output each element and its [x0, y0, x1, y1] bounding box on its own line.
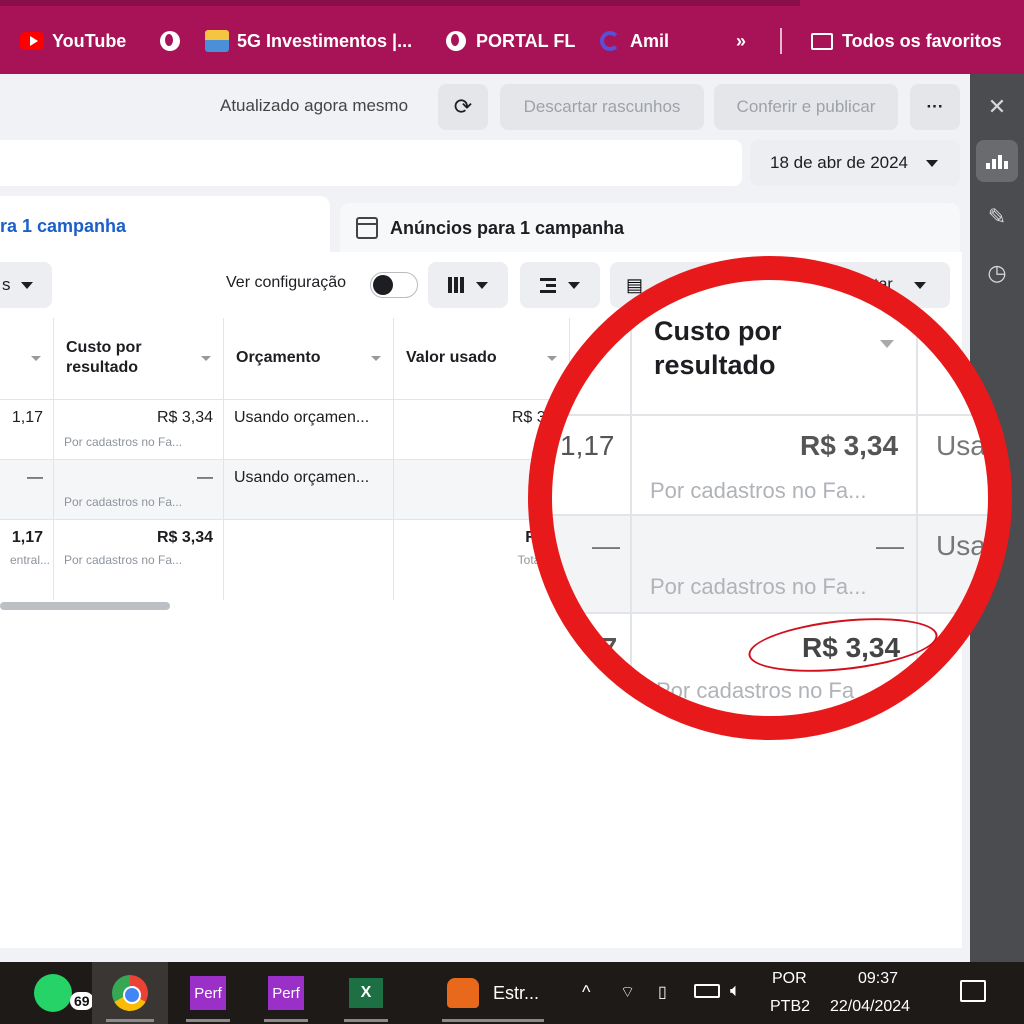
cell-budget-total — [224, 520, 394, 600]
horizontal-scrollbar[interactable] — [0, 602, 170, 610]
caret-down-icon — [20, 281, 33, 289]
all-bookmarks-button[interactable]: Todos os favoritos — [810, 28, 1002, 54]
ad-document-icon — [356, 217, 378, 239]
tab-ads-label: Anúncios para 1 campanha — [390, 217, 625, 238]
close-icon[interactable]: ✕ — [976, 86, 1018, 128]
clock-date[interactable]: 22/04/2024 — [830, 998, 910, 1016]
cell-cost-per-result: R$ 3,34 Por cadastros no Fa... — [54, 400, 224, 460]
cell-results: 1,17 — [0, 400, 54, 460]
table-row[interactable]: 1,17 R$ 3,34 Por cadastros no Fa... Usan… — [0, 400, 600, 460]
date-range-picker[interactable]: 18 de abr de 2024 — [750, 140, 960, 186]
table-totals-row: 1,17 entral... R$ 3,34 Por cadastros no … — [0, 520, 600, 600]
breakdown-button[interactable] — [520, 262, 600, 308]
notifications-icon[interactable] — [960, 980, 986, 1002]
all-bookmarks-label: Todos os favoritos — [842, 30, 1002, 51]
bookmark-globe[interactable] — [158, 28, 182, 54]
view-dropdown-label: s — [2, 275, 11, 294]
pencil-icon[interactable]: ✎ — [976, 196, 1018, 238]
bookmark-amil[interactable]: Amil — [598, 28, 669, 54]
breakdown-icon — [540, 277, 556, 293]
review-publish-button[interactable]: Conferir e publicar — [714, 84, 898, 130]
refresh-button[interactable]: ⟳ — [438, 84, 488, 130]
taskbar-whatsapp[interactable]: 69 — [18, 962, 94, 1024]
bookmark-label: PORTAL FL — [476, 30, 576, 51]
column-header-budget[interactable]: Orçamento — [224, 318, 394, 400]
view-dropdown[interactable]: s — [0, 262, 52, 308]
amil-icon — [598, 29, 622, 53]
columns-button[interactable] — [428, 262, 508, 308]
taskbar-perf-1[interactable]: Perf — [172, 962, 244, 1024]
bookmark-youtube[interactable]: YouTube — [20, 28, 126, 54]
perf-app-icon: Perf — [190, 976, 226, 1010]
view-config-toggle[interactable] — [370, 272, 418, 298]
youtube-icon — [20, 29, 44, 53]
tab-strip-edge — [0, 0, 800, 6]
chevron-up-icon[interactable]: ^ — [582, 982, 590, 1003]
chrome-icon — [112, 975, 148, 1011]
cell-cost-per-result-total: R$ 3,34 Por cadastros no Fa... — [54, 520, 224, 600]
bookmarks-overflow-button[interactable]: » — [736, 28, 746, 54]
notification-badge: 69 — [70, 992, 94, 1010]
cell-results-total: 1,17 entral... — [0, 520, 54, 600]
taskbar-excel[interactable]: X — [330, 962, 402, 1024]
volume-icon[interactable]: 🔈︎ — [730, 980, 741, 1001]
view-config-label: Ver configuração — [226, 274, 347, 291]
update-status: Atualizado agora mesmo — [220, 96, 409, 115]
sort-arrow-icon — [201, 356, 211, 361]
caret-down-icon — [926, 159, 939, 167]
bookmarks-bar: YouTube 5G Investimentos |... PORTAL FL … — [0, 0, 1024, 74]
refresh-icon: ⟳ — [453, 94, 473, 119]
globe-icon — [444, 29, 468, 53]
whatsapp-icon — [34, 974, 72, 1012]
bookmark-label: Amil — [630, 30, 670, 51]
clock-icon[interactable]: ◷ — [976, 252, 1018, 294]
column-header-cost-per-result[interactable]: Custo por resultado — [54, 318, 224, 400]
windows-taskbar: 69 Perf Perf X Estr... ^ ⌔ ▯ 🔈︎ POR PTB2… — [0, 962, 1024, 1024]
globe-icon — [158, 29, 182, 53]
more-options-button[interactable]: ··· — [910, 84, 960, 130]
chart-icon[interactable] — [976, 140, 1018, 182]
column-header-results[interactable] — [0, 318, 54, 400]
table-row[interactable]: — — Por cadastros no Fa... Usando orçame… — [0, 460, 600, 520]
keyboard-layout[interactable]: PTB2 — [770, 998, 810, 1016]
bookmark-portal-fl[interactable]: PORTAL FL — [444, 28, 575, 54]
bookmark-5g[interactable]: 5G Investimentos |... — [205, 28, 412, 54]
cell-budget: Usando orçamen... — [224, 460, 394, 520]
perf-app-icon: Perf — [268, 976, 304, 1010]
sort-arrow-icon — [547, 356, 557, 361]
tab-ads[interactable]: Anúncios para 1 campanha — [340, 203, 960, 253]
taskbar-app-label: Estr... — [492, 982, 539, 1003]
chevron-double-right-icon: » — [736, 30, 747, 51]
bookmark-label: 5G Investimentos |... — [237, 30, 413, 51]
5g-icon — [205, 29, 229, 53]
tab-campaigns-label: ra 1 campanha — [0, 215, 127, 236]
car-app-icon — [446, 978, 479, 1008]
tab-campaigns[interactable]: ra 1 campanha — [0, 196, 330, 256]
results-table: Custo por resultado Orçamento Valor usad… — [0, 318, 600, 600]
caret-down-icon — [568, 281, 580, 289]
taskbar-perf-2[interactable]: Perf — [250, 962, 322, 1024]
excel-icon: X — [349, 978, 383, 1008]
wifi-icon[interactable]: ⌔ — [620, 982, 635, 1002]
taskbar-app-estr[interactable]: Estr... — [428, 962, 558, 1024]
bookmark-label: YouTube — [52, 30, 127, 51]
taskbar-chrome[interactable] — [92, 962, 168, 1024]
battery-icon[interactable] — [694, 984, 720, 998]
cell-cost-per-result: — Por cadastros no Fa... — [54, 460, 224, 520]
folder-icon — [810, 29, 834, 53]
search-filter-bar[interactable] — [0, 140, 742, 186]
cell-budget: Usando orçamen... — [224, 400, 394, 460]
caret-down-icon — [476, 281, 488, 289]
sort-arrow-icon — [371, 356, 381, 361]
clock-time[interactable]: 09:37 — [858, 970, 898, 988]
display-icon[interactable]: ▯ — [658, 982, 667, 1002]
language-indicator[interactable]: POR — [772, 970, 807, 988]
column-header-amount-spent[interactable]: Valor usado — [394, 318, 570, 400]
columns-icon — [448, 277, 464, 293]
cell-results: — — [0, 460, 54, 520]
discard-drafts-button[interactable]: Descartar rascunhos — [500, 84, 704, 130]
bookmarks-separator — [780, 28, 782, 54]
date-range-label: 18 de abr de 2024 — [770, 153, 909, 172]
